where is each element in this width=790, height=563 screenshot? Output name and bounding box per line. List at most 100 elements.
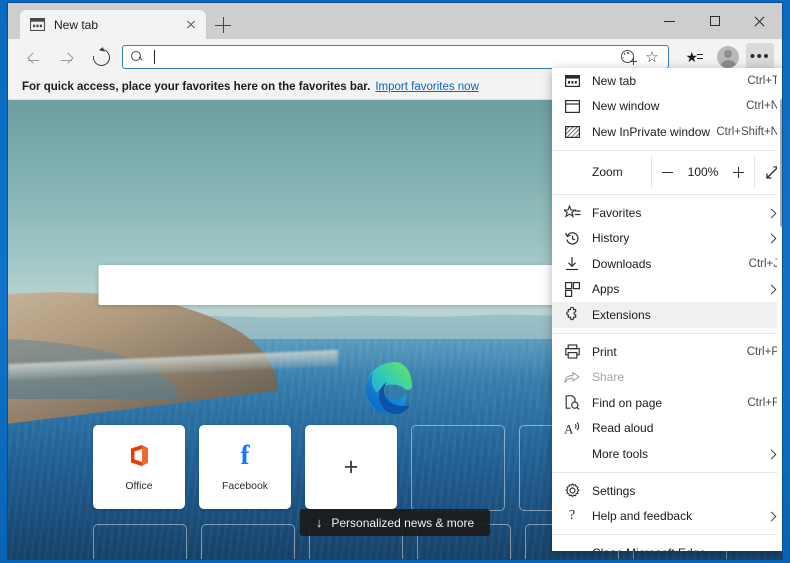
zoom-out-button[interactable] — [652, 156, 683, 189]
menu-item-shortcut: Ctrl+J — [748, 257, 779, 270]
menu-item-label: New tab — [592, 73, 637, 88]
menu-item-close-microsoft-edge[interactable]: Close Microsoft Edge — [552, 540, 782, 551]
plus-icon: + — [343, 452, 359, 481]
address-bar-actions — [616, 46, 664, 68]
download-icon — [552, 256, 592, 271]
menu-item-help-and-feedback[interactable]: ? Help and feedback — [552, 503, 782, 529]
minimize-button[interactable] — [647, 3, 692, 39]
menu-item-label: Share — [592, 370, 625, 385]
menu-item-shortcut: Ctrl+T — [747, 74, 779, 87]
ellipsis-icon: ••• — [749, 48, 771, 65]
refresh-button[interactable] — [86, 42, 116, 72]
back-button[interactable] — [18, 42, 48, 72]
import-favorites-link[interactable]: Import favorites now — [375, 81, 479, 93]
menu-item-label: Close Microsoft Edge — [592, 546, 779, 551]
new-tab-icon — [552, 74, 592, 87]
favorites-list-icon — [686, 50, 703, 65]
collections-button[interactable] — [616, 46, 640, 68]
menu-item-find-on-page[interactable]: Find on page Ctrl+F — [552, 390, 782, 416]
tile-label: Office — [125, 480, 153, 492]
office-icon — [128, 442, 150, 468]
address-bar[interactable] — [122, 45, 669, 69]
zoom-controls: 100% — [651, 155, 754, 189]
add-favorite-button[interactable] — [640, 46, 664, 68]
menu-item-label: Favorites — [592, 205, 642, 220]
new-window-icon — [552, 99, 592, 113]
avatar — [717, 46, 739, 68]
tile-facebook[interactable]: f Facebook — [199, 425, 291, 509]
browser-window: New tab ☆ ★ ••• For quick access, place … — [8, 3, 782, 559]
menu-item-shortcut: Ctrl+N — [746, 100, 779, 113]
forward-arrow-icon — [60, 50, 74, 64]
address-input[interactable] — [155, 48, 616, 66]
read-aloud-icon: A — [552, 421, 592, 436]
search-icon — [131, 50, 144, 64]
tile-empty[interactable] — [411, 425, 505, 511]
forward-button[interactable] — [52, 42, 82, 72]
menu-item-label: Settings — [592, 483, 636, 498]
window-controls — [647, 3, 782, 39]
tile-empty[interactable] — [93, 524, 187, 559]
menu-item-downloads[interactable]: Downloads Ctrl+J — [552, 251, 782, 277]
tile-label: Facebook — [221, 480, 269, 492]
tab-title: New tab — [54, 17, 99, 32]
menu-item-print[interactable]: Print Ctrl+P — [552, 339, 782, 365]
menu-item-label: Read aloud — [592, 421, 654, 436]
settings-and-more-button[interactable]: ••• — [746, 43, 774, 71]
find-icon — [552, 395, 592, 411]
menu-item-favorites[interactable]: Favorites — [552, 200, 782, 226]
tile-empty[interactable] — [201, 524, 295, 559]
favorites-icon — [552, 205, 592, 220]
close-tab-icon[interactable] — [182, 16, 200, 34]
down-arrow-icon: ↓ — [315, 515, 323, 530]
menu-scrollbar[interactable] — [777, 68, 782, 551]
menu-item-more-tools[interactable]: More tools — [552, 441, 782, 467]
apps-icon — [552, 281, 592, 297]
menu-item-label: Help and feedback — [592, 509, 693, 524]
menu-item-apps[interactable]: Apps — [552, 277, 782, 303]
inprivate-icon — [552, 125, 592, 138]
browser-tab[interactable]: New tab — [20, 10, 206, 39]
new-tab-favicon-icon — [29, 17, 46, 32]
menu-item-shortcut: Ctrl+P — [746, 345, 779, 358]
back-arrow-icon — [26, 50, 40, 64]
menu-item-new-window[interactable]: New window Ctrl+N — [552, 94, 782, 120]
menu-separator — [552, 149, 782, 151]
personalized-news-label: Personalized news & more — [331, 515, 475, 530]
help-icon: ? — [552, 509, 592, 523]
gear-icon — [552, 483, 592, 498]
menu-item-label: Apps — [592, 282, 620, 297]
menu-item-shortcut: Ctrl+Shift+N — [716, 125, 779, 138]
menu-item-settings[interactable]: Settings — [552, 478, 782, 504]
collections-icon — [620, 50, 637, 65]
menu-item-new-tab[interactable]: New tab Ctrl+T — [552, 68, 782, 94]
personalized-news-button[interactable]: ↓ Personalized news & more — [299, 509, 491, 536]
menu-item-read-aloud[interactable]: A Read aloud — [552, 416, 782, 442]
refresh-icon — [89, 45, 113, 69]
question-mark-glyph: ? — [568, 508, 576, 524]
menu-separator — [552, 533, 782, 535]
menu-item-extensions[interactable]: Extensions — [552, 302, 782, 328]
menu-zoom-row: Zoom 100% — [552, 155, 782, 189]
menu-separator — [552, 193, 782, 195]
close-window-button[interactable] — [737, 3, 782, 39]
zoom-label: Zoom — [592, 165, 623, 180]
zoom-in-button[interactable] — [723, 156, 754, 189]
tile-office[interactable]: Office — [93, 425, 185, 509]
edge-logo-icon — [361, 358, 429, 426]
share-icon — [552, 370, 592, 384]
history-icon — [552, 231, 592, 246]
menu-item-history[interactable]: History — [552, 225, 782, 251]
menu-separator — [552, 332, 782, 334]
menu-scrollbar-thumb[interactable] — [780, 98, 782, 228]
menu-item-label: History — [592, 231, 630, 246]
maximize-button[interactable] — [692, 3, 737, 39]
new-tab-button[interactable] — [213, 15, 233, 35]
menu-separator — [552, 471, 782, 473]
tile-add-shortcut[interactable]: + — [305, 425, 397, 509]
menu-item-label: New window — [592, 99, 660, 114]
zoom-value: 100% — [687, 165, 719, 180]
menu-item-new-inprivate-window[interactable]: New InPrivate window Ctrl+Shift+N — [552, 119, 782, 145]
menu-item-label: Print — [592, 344, 617, 359]
print-icon — [552, 344, 592, 359]
